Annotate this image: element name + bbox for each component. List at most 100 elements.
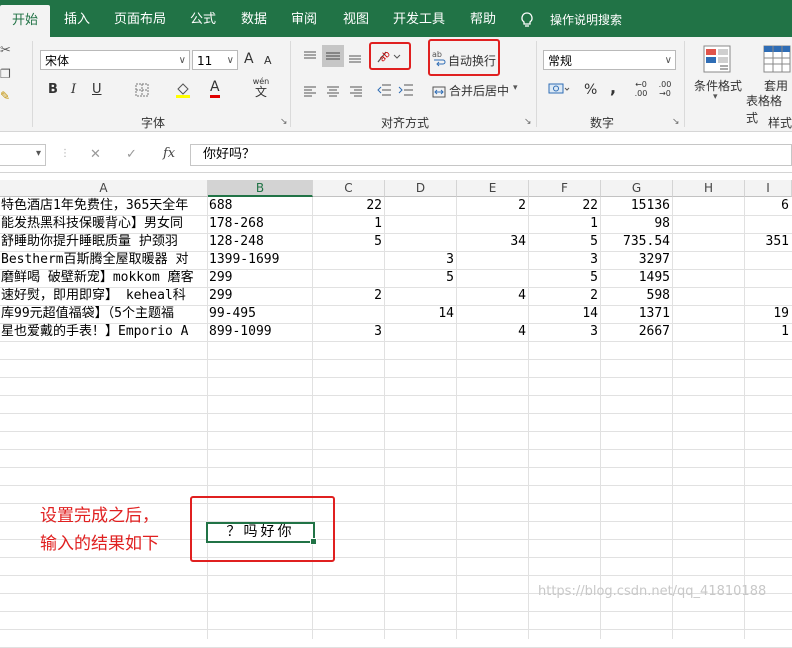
cell-g8[interactable]: 2667 bbox=[601, 323, 670, 341]
tab-formulas[interactable]: 公式 bbox=[180, 0, 226, 37]
dialog-launcher-icon[interactable]: ↘ bbox=[280, 117, 288, 127]
cell-e8[interactable]: 4 bbox=[457, 323, 526, 341]
cell-f1[interactable]: 22 bbox=[529, 197, 598, 215]
column-header-f[interactable]: F bbox=[529, 180, 601, 197]
dialog-launcher-icon[interactable]: ↘ bbox=[524, 117, 532, 127]
decrease-indent-icon[interactable] bbox=[376, 82, 392, 101]
tab-insert[interactable]: 插入 bbox=[52, 0, 102, 37]
cell-d3[interactable] bbox=[385, 233, 454, 251]
cell-d1[interactable] bbox=[385, 197, 454, 215]
cell-h8[interactable] bbox=[673, 323, 742, 341]
cell-i2[interactable] bbox=[745, 215, 789, 233]
align-left-icon[interactable] bbox=[303, 83, 317, 102]
cell-h4[interactable] bbox=[673, 251, 742, 269]
cell-b5[interactable]: 299 bbox=[209, 269, 311, 287]
cell-f8[interactable]: 3 bbox=[529, 323, 598, 341]
cell-a4[interactable]: Bestherm百斯腾全屋取暖器 对 bbox=[1, 251, 206, 269]
cell-b3[interactable]: 128-248 bbox=[209, 233, 311, 251]
column-header-a[interactable]: A bbox=[0, 180, 208, 197]
tab-help[interactable]: 帮助 bbox=[462, 0, 504, 37]
cell-i7[interactable]: 19 bbox=[745, 305, 789, 323]
fill-color-icon[interactable] bbox=[174, 80, 192, 102]
format-painter-icon[interactable]: ✎ bbox=[0, 89, 10, 103]
formula-input[interactable]: 你好吗？ bbox=[190, 144, 792, 166]
cell-d2[interactable] bbox=[385, 215, 454, 233]
cell-h6[interactable] bbox=[673, 287, 742, 305]
cell-g4[interactable]: 3297 bbox=[601, 251, 670, 269]
merge-center-button[interactable]: 合并后居中 bbox=[449, 82, 509, 99]
accounting-format-icon[interactable] bbox=[548, 81, 570, 101]
tab-data[interactable]: 数据 bbox=[232, 0, 276, 37]
font-shrink-button[interactable]: A bbox=[264, 54, 272, 67]
cell-i8[interactable]: 1 bbox=[745, 323, 789, 341]
cell-h1[interactable] bbox=[673, 197, 742, 215]
cell-g2[interactable]: 98 bbox=[601, 215, 670, 233]
cell-b6[interactable]: 299 bbox=[209, 287, 311, 305]
phonetic-guide-button[interactable]: wén 文 bbox=[252, 78, 270, 99]
dialog-launcher-icon[interactable]: ↘ bbox=[672, 117, 680, 127]
cell-i3[interactable]: 351 bbox=[745, 233, 789, 251]
tab-review[interactable]: 审阅 bbox=[282, 0, 326, 37]
cell-b7[interactable]: 99-495 bbox=[209, 305, 311, 323]
cell-a8[interactable]: 星也爱戴的手表！】Emporio A bbox=[1, 323, 206, 341]
copy-icon[interactable]: ❐ bbox=[0, 67, 11, 81]
font-color-button[interactable]: A bbox=[210, 80, 220, 98]
cell-d8[interactable] bbox=[385, 323, 454, 341]
cell-c6[interactable]: 2 bbox=[313, 287, 382, 305]
increase-indent-icon[interactable] bbox=[398, 82, 414, 101]
cell-h3[interactable] bbox=[673, 233, 742, 251]
cell-e1[interactable]: 2 bbox=[457, 197, 526, 215]
cell-b4[interactable]: 1399-1699 bbox=[209, 251, 311, 269]
tell-me-search[interactable]: 操作说明搜索 bbox=[542, 0, 630, 37]
enter-icon[interactable]: ✓ bbox=[126, 147, 137, 162]
cell-i4[interactable] bbox=[745, 251, 789, 269]
cell-h7[interactable] bbox=[673, 305, 742, 323]
cell-i1[interactable]: 6 bbox=[745, 197, 789, 215]
align-bottom-icon[interactable] bbox=[348, 49, 362, 69]
cell-e6[interactable]: 4 bbox=[457, 287, 526, 305]
chevron-down-icon[interactable]: ▾ bbox=[513, 83, 518, 93]
font-grow-button[interactable]: A bbox=[244, 51, 254, 67]
cell-a6[interactable]: 速好熨，即用即穿】 keheal科 bbox=[1, 287, 206, 305]
cell-a1[interactable]: 特色酒店1年免费住，365天全年 bbox=[1, 197, 206, 215]
tab-page-layout[interactable]: 页面布局 bbox=[108, 0, 172, 37]
align-middle-icon[interactable] bbox=[322, 45, 344, 67]
cell-f2[interactable]: 1 bbox=[529, 215, 598, 233]
cell-a7[interactable]: 库99元超值福袋】（5个主题福 bbox=[1, 305, 206, 323]
cell-h5[interactable] bbox=[673, 269, 742, 287]
conditional-formatting-button[interactable]: 条件格式 bbox=[692, 77, 744, 94]
cell-c5[interactable] bbox=[313, 269, 382, 287]
decrease-decimal-button[interactable]: .00 →0 bbox=[656, 80, 674, 98]
cell-d6[interactable] bbox=[385, 287, 454, 305]
align-center-icon[interactable] bbox=[326, 83, 340, 102]
font-size-combo[interactable]: 11 ∨ bbox=[192, 50, 238, 70]
column-header-i[interactable]: I bbox=[745, 180, 792, 197]
cell-f3[interactable]: 5 bbox=[529, 233, 598, 251]
cancel-icon[interactable]: ✕ bbox=[90, 147, 101, 162]
align-right-icon[interactable] bbox=[349, 83, 363, 102]
tab-home[interactable]: 开始 bbox=[0, 5, 50, 37]
increase-decimal-button[interactable]: ←0 .00 bbox=[632, 80, 650, 98]
cell-e5[interactable] bbox=[457, 269, 526, 287]
cell-b1[interactable]: 688 bbox=[209, 197, 311, 215]
cell-f6[interactable]: 2 bbox=[529, 287, 598, 305]
cell-g3[interactable]: 735.54 bbox=[601, 233, 670, 251]
cell-g5[interactable]: 1495 bbox=[601, 269, 670, 287]
cell-d4[interactable]: 3 bbox=[385, 251, 454, 269]
cell-i6[interactable] bbox=[745, 287, 789, 305]
worksheet-grid[interactable]: A B C D E F G H I 特色酒店1年免费住，365天全年 688 22 2… bbox=[0, 180, 792, 648]
cell-c7[interactable] bbox=[313, 305, 382, 323]
column-header-c[interactable]: C bbox=[313, 180, 385, 197]
number-format-combo[interactable]: 常规 ∨ bbox=[543, 50, 676, 70]
cell-h2[interactable] bbox=[673, 215, 742, 233]
cell-c4[interactable] bbox=[313, 251, 382, 269]
column-header-d[interactable]: D bbox=[385, 180, 457, 197]
percent-style-button[interactable]: % bbox=[584, 82, 597, 98]
cell-a3[interactable]: 舒睡助你提升睡眠质量 护颈羽 bbox=[1, 233, 206, 251]
cell-g7[interactable]: 1371 bbox=[601, 305, 670, 323]
column-header-h[interactable]: H bbox=[673, 180, 745, 197]
cell-b2[interactable]: 178-268 bbox=[209, 215, 311, 233]
insert-function-button[interactable]: fx bbox=[163, 146, 175, 161]
column-header-g[interactable]: G bbox=[601, 180, 673, 197]
cell-g1[interactable]: 15136 bbox=[601, 197, 670, 215]
